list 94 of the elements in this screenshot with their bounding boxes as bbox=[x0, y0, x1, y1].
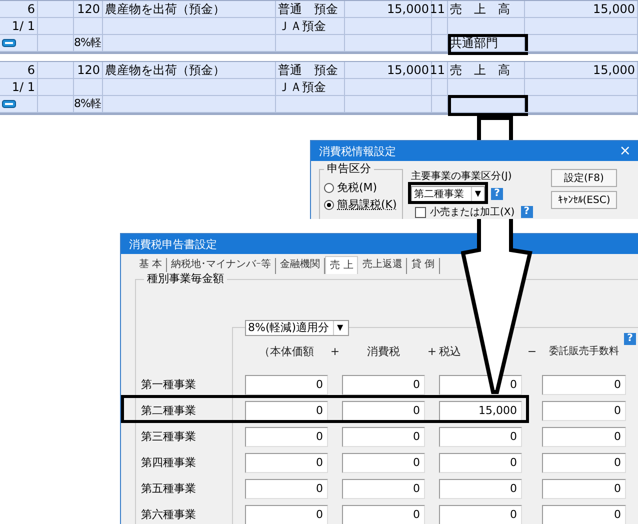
amount-field[interactable]: 0 bbox=[245, 375, 328, 395]
field-label: 主要事業の事業区分(J) bbox=[411, 170, 513, 183]
column-header: （本体価額 bbox=[258, 345, 315, 360]
row-label: 第一種事業 bbox=[140, 377, 197, 393]
table-cell bbox=[432, 96, 448, 113]
description: 農産物を出荷（預金） bbox=[103, 62, 276, 79]
department: 共通部門 bbox=[450, 35, 498, 51]
tax-category: 8%軽 bbox=[74, 35, 103, 52]
help-icon[interactable]: ? bbox=[491, 188, 503, 200]
amount-field[interactable]: 0 bbox=[245, 427, 328, 447]
dialog-title: 消費税申告書設定 bbox=[129, 236, 217, 252]
amount-field[interactable]: 0 bbox=[542, 375, 626, 395]
amount-field[interactable]: 0 bbox=[542, 453, 626, 473]
help-icon[interactable]: ? bbox=[520, 206, 533, 218]
row-label: 第三種事業 bbox=[140, 429, 197, 445]
credit-code: 11 bbox=[432, 1, 448, 18]
dialog-button[interactable]: 設定(F8) bbox=[551, 169, 617, 187]
credit-amount: 15,000 bbox=[525, 1, 638, 18]
amount-field[interactable]: 0 bbox=[245, 479, 328, 499]
amount-field[interactable]: 0 bbox=[342, 375, 425, 395]
column-header: + bbox=[426, 345, 438, 360]
tab[interactable]: 売上返還 bbox=[358, 258, 408, 274]
column-header: − bbox=[526, 345, 538, 360]
dialog-title: 消費税情報設定 bbox=[319, 144, 396, 158]
row-label: 第二種事業 bbox=[140, 403, 197, 419]
amount-field[interactable]: 0 bbox=[439, 505, 522, 524]
debit-account: 普通 預金 bbox=[276, 1, 345, 18]
debit-amount: 15,000 bbox=[345, 62, 432, 79]
amount-field[interactable]: 0 bbox=[542, 401, 626, 421]
amount-field[interactable]: 0 bbox=[245, 401, 328, 421]
account-code: 120 bbox=[74, 1, 103, 18]
tab[interactable]: 貸 倒 bbox=[407, 258, 440, 274]
table-cell bbox=[74, 79, 103, 96]
credit-account: 売 上 高 bbox=[448, 62, 525, 79]
amount-field[interactable]: 0 bbox=[439, 427, 522, 447]
amount-field[interactable]: 0 bbox=[342, 505, 425, 524]
table-cell bbox=[38, 18, 74, 35]
table-cell bbox=[74, 18, 103, 35]
radio-button[interactable] bbox=[324, 182, 334, 192]
note-icon[interactable] bbox=[2, 100, 16, 108]
group-label: 種別事業毎金額 bbox=[144, 272, 227, 286]
row-label: 第四種事業 bbox=[140, 455, 197, 471]
group-label: 申告区分 bbox=[324, 162, 374, 176]
amount-field[interactable]: 0 bbox=[245, 505, 328, 524]
radio-button[interactable] bbox=[324, 200, 334, 210]
entry-number: 6 bbox=[0, 1, 38, 18]
retail-checkbox[interactable]: 小売または加工(X) bbox=[415, 205, 515, 219]
table-cell bbox=[38, 79, 74, 96]
business-dropdown[interactable]: 第二種事業 ▼ bbox=[411, 186, 485, 202]
amount-field[interactable]: 0 bbox=[342, 427, 425, 447]
table-cell bbox=[432, 79, 448, 96]
entry-date: 1/ 1 bbox=[0, 79, 38, 96]
amount-field[interactable]: 0 bbox=[245, 453, 328, 473]
table-cell bbox=[276, 35, 345, 52]
credit-code: 11 bbox=[432, 62, 448, 79]
entry-number: 6 bbox=[0, 62, 38, 79]
radio-option[interactable]: 簡易課税(K) bbox=[324, 197, 402, 212]
table-cell bbox=[432, 35, 448, 52]
amount-field[interactable]: 15,000 bbox=[439, 401, 522, 421]
column-header: 消費税 bbox=[366, 345, 401, 360]
entry-date: 1/ 1 bbox=[0, 18, 38, 35]
amount-field[interactable]: 0 bbox=[439, 453, 522, 473]
dialog-button[interactable]: ｷｬﾝｾﾙ(ESC) bbox=[551, 191, 617, 209]
tab[interactable]: 売 上 bbox=[325, 256, 358, 274]
column-header: 税込 bbox=[439, 345, 462, 360]
column-header: + bbox=[329, 345, 341, 360]
note-icon[interactable] bbox=[2, 39, 16, 47]
table-cell bbox=[38, 1, 74, 18]
column-header: 委託販売手数料 bbox=[548, 345, 620, 359]
account-code: 120 bbox=[74, 62, 103, 79]
amount-field[interactable]: 0 bbox=[542, 505, 626, 524]
debit-subaccount: ＪＡ預金 bbox=[276, 18, 345, 35]
table-cell bbox=[432, 18, 448, 35]
amount-field[interactable]: 0 bbox=[542, 479, 626, 499]
debit-amount: 15,000 bbox=[345, 1, 432, 18]
description: 農産物を出荷（預金） bbox=[103, 1, 276, 18]
help-icon[interactable]: ? bbox=[624, 333, 636, 345]
credit-account: 売 上 高 bbox=[448, 1, 525, 18]
radio-option[interactable]: 免税(M) bbox=[324, 180, 402, 195]
amount-field[interactable]: 0 bbox=[542, 427, 626, 447]
amount-field[interactable]: 0 bbox=[439, 479, 522, 499]
debit-account: 普通 預金 bbox=[276, 62, 345, 79]
table-cell bbox=[276, 96, 345, 113]
amount-field[interactable]: 0 bbox=[342, 401, 425, 421]
credit-amount: 15,000 bbox=[525, 62, 638, 79]
amount-field[interactable]: 0 bbox=[342, 453, 425, 473]
row-label: 第五種事業 bbox=[140, 481, 197, 497]
debit-subaccount: ＪＡ預金 bbox=[276, 79, 345, 96]
close-button[interactable]: × bbox=[619, 143, 631, 159]
row-label: 第六種事業 bbox=[140, 507, 197, 523]
table-cell bbox=[38, 62, 74, 79]
tax-category: 8%軽 bbox=[74, 96, 103, 113]
rate-dropdown[interactable]: 8%(軽減)適用分 ▼ bbox=[245, 320, 350, 336]
amount-field[interactable]: 0 bbox=[342, 479, 425, 499]
